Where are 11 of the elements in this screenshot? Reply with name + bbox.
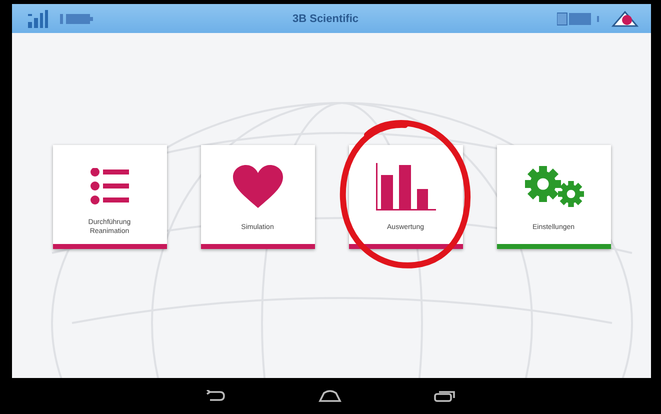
bar-chart-icon [374, 162, 436, 210]
back-icon[interactable] [206, 390, 226, 402]
signal-icon [28, 10, 50, 28]
battery-icon [60, 12, 94, 24]
heart-icon [232, 164, 282, 208]
tablet-battery-icon [557, 12, 601, 26]
logo-icon [611, 10, 639, 26]
home-icon[interactable] [318, 390, 342, 402]
list-icon [90, 168, 130, 206]
app-title: 3B Scientific [291, 12, 360, 24]
recent-apps-icon[interactable] [434, 390, 456, 402]
